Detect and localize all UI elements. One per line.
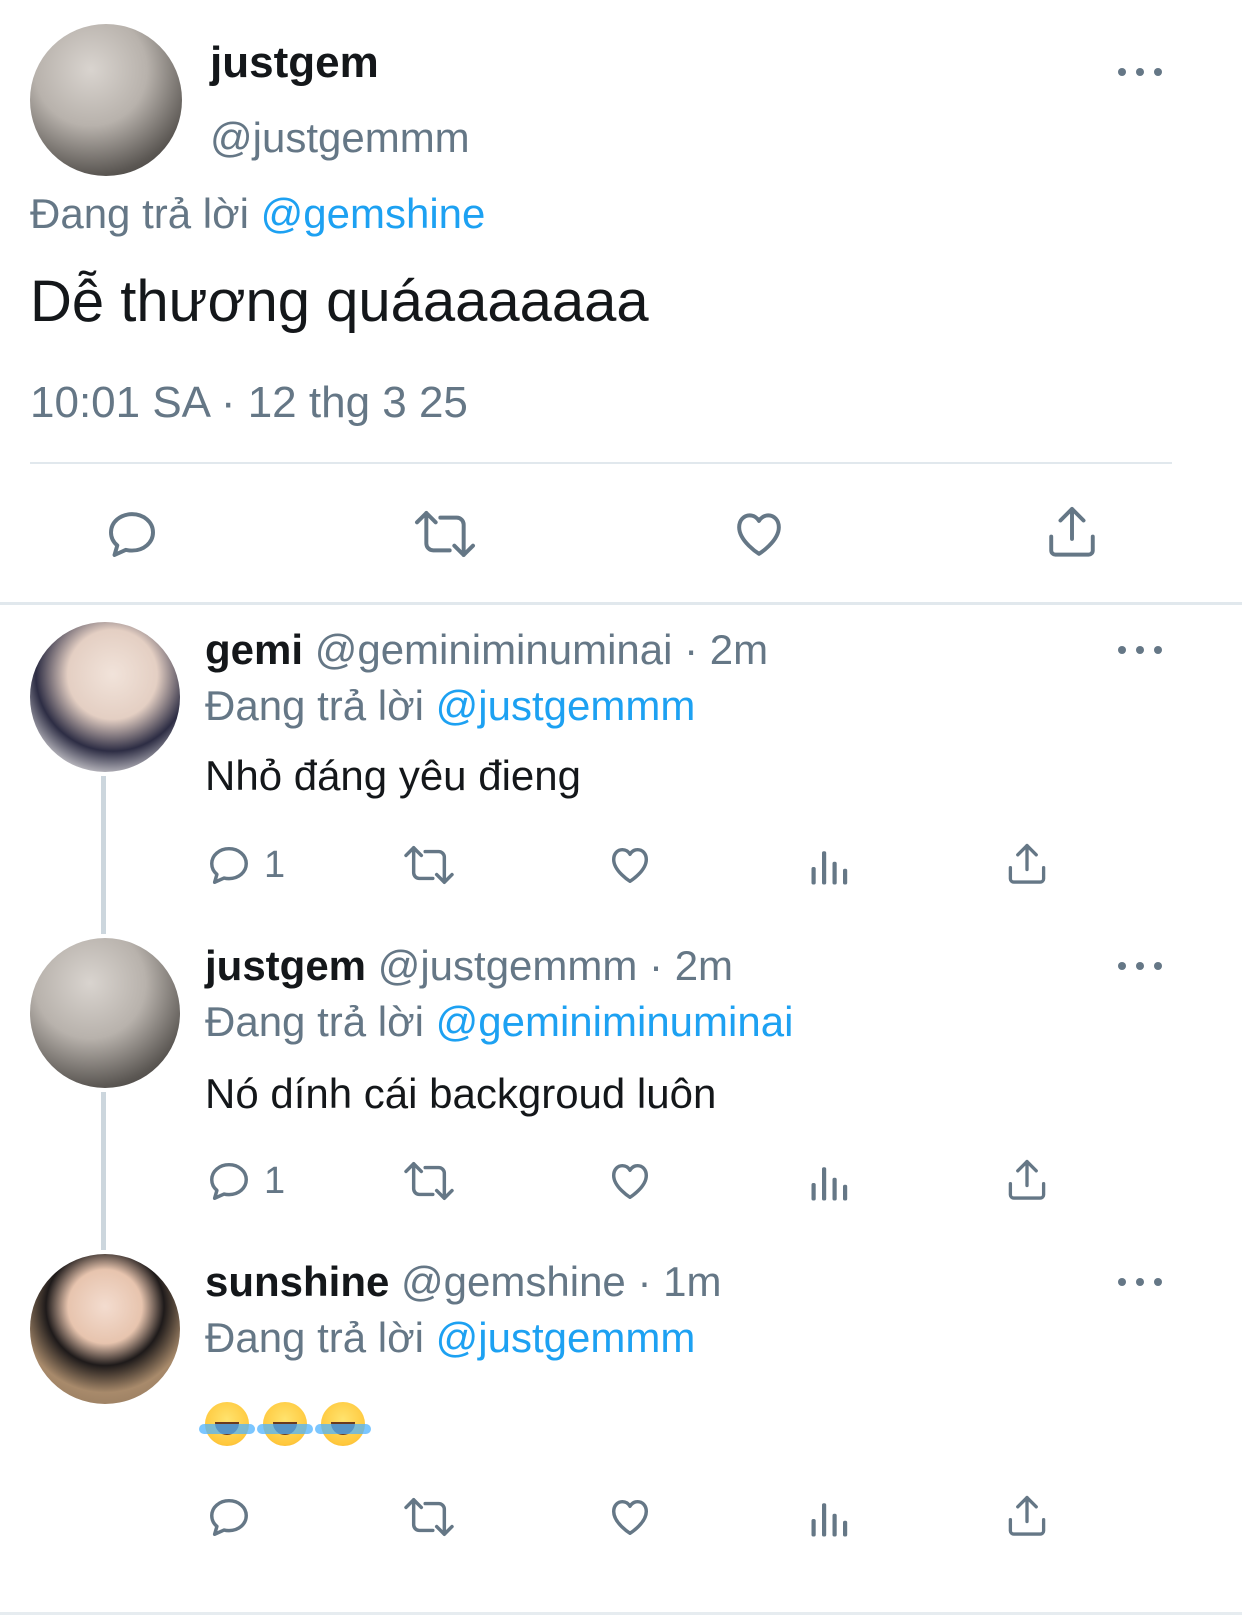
handle-time[interactable]: @geminiminuminai · 2m bbox=[315, 626, 768, 673]
mention-link[interactable]: @geminiminuminai bbox=[436, 998, 794, 1045]
mention-link[interactable]: @gemshine bbox=[261, 190, 486, 237]
share-icon[interactable] bbox=[1004, 840, 1050, 888]
like-icon[interactable] bbox=[606, 1158, 654, 1204]
handle[interactable]: @justgemmm bbox=[210, 114, 470, 162]
reply-count: 1 bbox=[264, 843, 286, 886]
laughing-tears-emoji-icon bbox=[315, 1402, 371, 1446]
tweet-text: Dễ thương quáaaaaaaa bbox=[30, 269, 649, 334]
handle-time[interactable]: @gemshine · 1m bbox=[401, 1258, 721, 1305]
reply-count: 1 bbox=[264, 1159, 286, 1202]
replying-to: Đang trả lời @justgemmm bbox=[205, 1314, 695, 1362]
retweet-icon[interactable] bbox=[412, 506, 478, 562]
reply-header: justgem @justgemmm · 2m bbox=[205, 942, 733, 990]
like-icon[interactable] bbox=[606, 1494, 654, 1540]
reply-header: sunshine @gemshine · 1m bbox=[205, 1258, 721, 1306]
more-options-icon[interactable] bbox=[1118, 1272, 1162, 1292]
display-name[interactable]: gemi bbox=[205, 626, 303, 673]
views-icon[interactable] bbox=[808, 1162, 850, 1204]
avatar[interactable] bbox=[30, 1254, 180, 1404]
reply-prefix: Đang trả lời bbox=[205, 998, 424, 1045]
section-divider bbox=[0, 602, 1242, 605]
share-icon[interactable] bbox=[1004, 1156, 1050, 1204]
views-icon[interactable] bbox=[808, 846, 850, 888]
divider bbox=[0, 1612, 1242, 1615]
display-name[interactable]: justgem bbox=[210, 38, 379, 88]
replying-to: Đang trả lời @gemshine bbox=[30, 190, 485, 238]
more-options-icon[interactable] bbox=[1118, 956, 1162, 976]
laughing-tears-emoji-icon bbox=[199, 1402, 255, 1446]
like-icon[interactable] bbox=[730, 506, 788, 562]
reply-header: gemi @geminiminuminai · 2m bbox=[205, 626, 768, 674]
reply-prefix: Đang trả lời bbox=[205, 1314, 424, 1361]
avatar[interactable] bbox=[30, 938, 180, 1088]
replying-to: Đang trả lời @justgemmm bbox=[205, 682, 695, 730]
reply-prefix: Đang trả lời bbox=[30, 190, 249, 237]
divider bbox=[30, 462, 1172, 464]
reply-icon bbox=[210, 1162, 248, 1200]
tweet-text: Nhỏ đáng yêu đieng bbox=[205, 752, 581, 799]
share-icon[interactable] bbox=[1004, 1492, 1050, 1540]
display-name[interactable]: sunshine bbox=[205, 1258, 389, 1305]
more-options-icon[interactable] bbox=[1118, 62, 1162, 82]
views-icon[interactable] bbox=[808, 1498, 850, 1540]
reply-button[interactable]: 1 bbox=[206, 1158, 285, 1204]
avatar[interactable] bbox=[30, 24, 182, 176]
display-name[interactable]: justgem bbox=[205, 942, 366, 989]
like-icon[interactable] bbox=[606, 842, 654, 888]
reply-icon bbox=[210, 846, 248, 884]
thread-line bbox=[101, 1092, 106, 1250]
avatar[interactable] bbox=[30, 622, 180, 772]
tweet-timestamp[interactable]: 10:01 SA · 12 thg 3 25 bbox=[30, 378, 468, 428]
reply-prefix: Đang trả lời bbox=[205, 682, 424, 729]
retweet-icon[interactable] bbox=[402, 1158, 456, 1204]
tweet-text: Nó dính cái backgroud luôn bbox=[205, 1070, 717, 1117]
thread-line bbox=[101, 776, 106, 934]
reply-icon[interactable] bbox=[104, 506, 160, 562]
share-icon[interactable] bbox=[1044, 502, 1100, 562]
reply-icon[interactable] bbox=[206, 1494, 252, 1540]
replying-to: Đang trả lời @geminiminuminai bbox=[205, 998, 793, 1046]
handle-time[interactable]: @justgemmm · 2m bbox=[378, 942, 733, 989]
retweet-icon[interactable] bbox=[402, 1494, 456, 1540]
mention-link[interactable]: @justgemmm bbox=[436, 1314, 696, 1361]
mention-link[interactable]: @justgemmm bbox=[436, 682, 696, 729]
reply-button[interactable]: 1 bbox=[206, 842, 285, 888]
laughing-tears-emoji-icon bbox=[257, 1402, 313, 1446]
tweet-text bbox=[199, 1402, 371, 1446]
retweet-icon[interactable] bbox=[402, 842, 456, 888]
more-options-icon[interactable] bbox=[1118, 640, 1162, 660]
